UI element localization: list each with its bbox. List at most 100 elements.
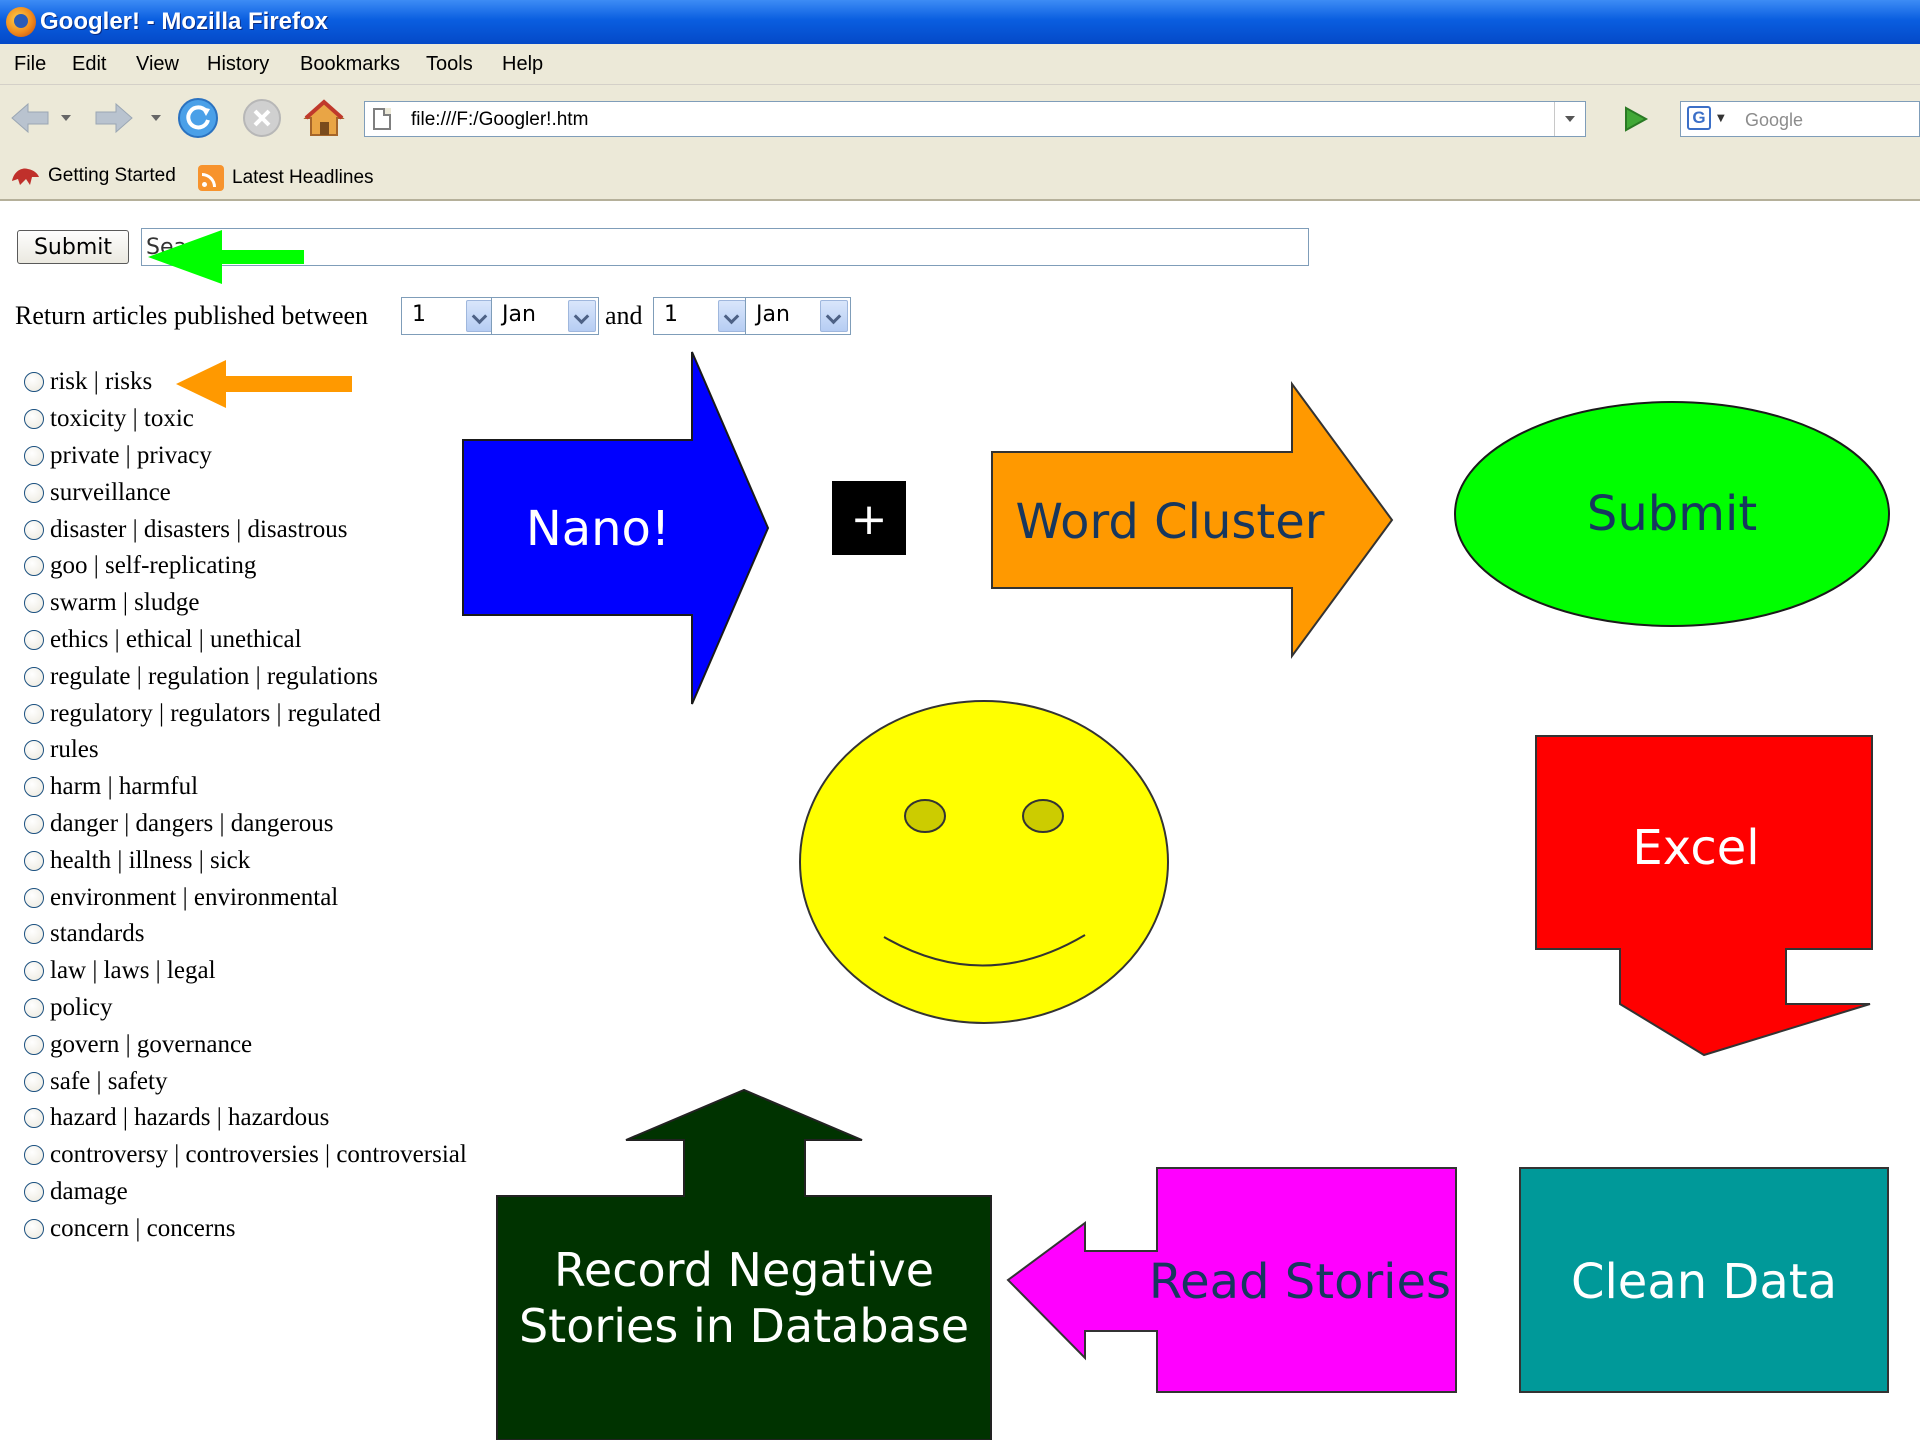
submit-shape-label: Submit [1587,486,1757,542]
back-icon [11,102,49,134]
bookmark-getting-started[interactable]: Getting Started [10,165,176,187]
from-month-select[interactable]: Jan [491,297,599,335]
keyword-option[interactable]: rules [24,732,467,769]
back-history-dropdown[interactable] [56,98,76,138]
radio-button[interactable] [24,372,44,393]
keyword-label: surveillance [50,478,171,506]
keyword-option[interactable]: disaster | disasters | disastrous [24,511,467,548]
keyword-option[interactable]: safe | safety [24,1063,467,1100]
radio-button[interactable] [24,593,44,614]
stop-button[interactable] [240,98,284,138]
radio-button[interactable] [24,409,44,430]
search-input[interactable] [141,228,1309,266]
radio-button[interactable] [24,740,44,761]
radio-button[interactable] [24,519,44,540]
home-button[interactable] [302,98,346,138]
to-month-select[interactable]: Jan [745,297,851,335]
radio-button[interactable] [24,777,44,798]
keyword-radio-list: risk | risks toxicity | toxic private | … [24,364,467,1247]
keyword-option[interactable]: surveillance [24,474,467,511]
keyword-option[interactable]: toxicity | toxic [24,401,467,438]
radio-button[interactable] [24,556,44,577]
keyword-option[interactable]: regulatory | regulators | regulated [24,695,467,732]
menu-tools[interactable]: Tools [426,53,473,76]
getting-started-icon [12,168,39,185]
radio-button[interactable] [24,961,44,982]
word-cluster-arrow: Word Cluster [991,380,1394,660]
radio-button[interactable] [24,813,44,834]
date-and-label: and [605,301,643,330]
menu-help[interactable]: Help [502,53,543,76]
nano-arrow: Nano! [462,351,770,705]
back-button[interactable] [8,98,52,138]
keyword-option[interactable]: private | privacy [24,438,467,475]
menu-view[interactable]: View [136,53,179,76]
submit-button[interactable]: Submit [17,230,129,264]
menu-edit[interactable]: Edit [72,53,106,76]
google-icon[interactable]: G [1687,106,1711,130]
url-history-dropdown[interactable] [1554,102,1585,136]
keyword-option[interactable]: controversy | controversies | controvers… [24,1137,467,1174]
reload-button[interactable] [176,98,220,138]
keyword-option[interactable]: damage [24,1174,467,1211]
keyword-option[interactable]: harm | harmful [24,769,467,806]
from-day-value: 1 [412,302,426,327]
radio-button[interactable] [24,666,44,687]
menu-bar: File Edit View History Bookmarks Tools H… [0,44,1920,85]
keyword-option[interactable]: goo | self-replicating [24,548,467,585]
bookmark-latest-headlines[interactable]: Latest Headlines [198,165,374,191]
radio-button[interactable] [24,445,44,466]
keyword-label: ethics | ethical | unethical [50,625,302,653]
keyword-label: private | privacy [50,441,212,469]
keyword-label: safe | safety [50,1067,168,1095]
menu-file[interactable]: File [14,53,46,76]
keyword-option[interactable]: hazard | hazards | hazardous [24,1100,467,1137]
search-engine-dropdown[interactable]: ▼ [1717,113,1725,124]
keyword-option[interactable]: law | laws | legal [24,953,467,990]
chevron-down-icon [1565,116,1575,122]
to-day-value: 1 [664,302,678,327]
keyword-option[interactable]: standards [24,916,467,953]
keyword-option[interactable]: health | illness | sick [24,842,467,879]
radio-button[interactable] [24,1218,44,1239]
radio-button[interactable] [24,703,44,724]
radio-button[interactable] [24,924,44,945]
radio-button[interactable] [24,1108,44,1129]
menu-history[interactable]: History [207,53,269,76]
keyword-label: toxicity | toxic [50,405,194,433]
search-engine-box[interactable]: G ▼ Google [1680,101,1920,137]
keyword-option[interactable]: concern | concerns [24,1210,467,1247]
forward-button[interactable] [92,98,136,138]
forward-history-dropdown[interactable] [146,98,166,138]
radio-button[interactable] [24,1181,44,1202]
radio-button[interactable] [24,850,44,871]
from-day-select[interactable]: 1 [401,297,497,335]
keyword-option[interactable]: ethics | ethical | unethical [24,622,467,659]
keyword-option[interactable]: regulate | regulation | regulations [24,658,467,695]
chevron-down-icon [151,115,161,121]
forward-icon [95,102,133,134]
to-day-select[interactable]: 1 [653,297,749,335]
radio-button[interactable] [24,482,44,503]
radio-button[interactable] [24,1071,44,1092]
keyword-option[interactable]: risk | risks [24,364,467,401]
keyword-option[interactable]: govern | governance [24,1026,467,1063]
keyword-option[interactable]: environment | environmental [24,879,467,916]
radio-button[interactable] [24,887,44,908]
radio-button[interactable] [24,629,44,650]
keyword-option[interactable]: danger | dangers | dangerous [24,806,467,843]
radio-button[interactable] [24,997,44,1018]
go-button[interactable] [1616,100,1654,138]
record-stories-arrow: Record Negative Stories in Database [496,1088,992,1441]
menu-bookmarks[interactable]: Bookmarks [300,53,400,76]
keyword-label: damage [50,1177,128,1205]
keyword-label: harm | harmful [50,773,199,801]
radio-button[interactable] [24,1145,44,1166]
address-bar[interactable]: file:///F:/Googler!.htm [364,101,1586,137]
keyword-label: health | illness | sick [50,846,251,874]
bookmark-label: Latest Headlines [232,167,374,188]
radio-button[interactable] [24,1034,44,1055]
keyword-option[interactable]: policy [24,990,467,1027]
keyword-option[interactable]: swarm | sludge [24,585,467,622]
to-month-value: Jan [756,302,790,327]
